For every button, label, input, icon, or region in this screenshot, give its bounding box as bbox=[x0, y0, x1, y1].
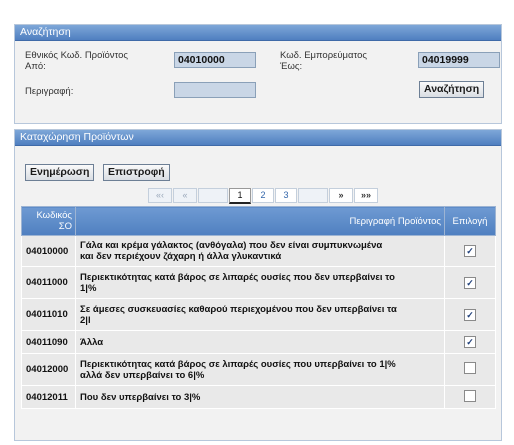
description-line: Που δεν υπερβαίνει το 3|% bbox=[80, 391, 201, 403]
product-description-cell: Περιεκτικότητας κατά βάρος σε λιπαρές ου… bbox=[75, 353, 445, 386]
product-code-cell: 04012011 bbox=[21, 385, 76, 409]
description-line: 1|% bbox=[80, 282, 97, 294]
description-input[interactable] bbox=[174, 82, 256, 98]
code-from-label-line1: Εθνικός Κωδ. Προϊόντος bbox=[25, 50, 128, 61]
product-description-cell: Άλλα bbox=[75, 330, 445, 354]
prev-page-button[interactable]: « bbox=[173, 188, 197, 203]
product-code-cell: 04012000 bbox=[21, 353, 76, 386]
back-button[interactable]: Επιστροφή bbox=[103, 164, 170, 181]
table-row: 04012000 Περιεκτικότητας κατά βάρος σε λι… bbox=[21, 353, 496, 386]
page-3-button[interactable]: 3 bbox=[275, 188, 297, 203]
select-cell: ✓ bbox=[444, 235, 496, 267]
product-description-cell: Περιεκτικότητας κατά βάρος σε λιπαρές ου… bbox=[75, 266, 445, 299]
next-page-button[interactable]: » bbox=[329, 188, 353, 203]
first-page-button[interactable]: «‹ bbox=[148, 188, 172, 203]
select-cell: ✓ bbox=[444, 330, 496, 354]
page-2-button[interactable]: 2 bbox=[252, 188, 274, 203]
search-panel: Αναζήτηση Εθνικός Κωδ. Προϊόντος Από: 04… bbox=[14, 24, 502, 124]
select-cell bbox=[444, 353, 496, 386]
product-description-cell: Σε άμεσες συσκευασίες καθαρού περιεχομέν… bbox=[75, 298, 445, 331]
last-page-button[interactable]: »» bbox=[354, 188, 378, 203]
select-checkbox[interactable]: ✓ bbox=[464, 308, 476, 321]
products-panel: Καταχώρηση Προϊόντων Ενημέρωση Επιστροφή… bbox=[14, 129, 502, 441]
description-line: Περιεκτικότητας κατά βάρος σε λιπαρές ου… bbox=[80, 271, 395, 283]
description-line: αλλά δεν υπερβαίνει το 6|% bbox=[80, 369, 205, 381]
table-row: 04011010 Σε άμεσες συσκευασίες καθαρού πε… bbox=[21, 298, 496, 331]
code-from-label: Εθνικός Κωδ. Προϊόντος Από: bbox=[25, 50, 128, 72]
page-1-button[interactable]: 1 bbox=[229, 188, 251, 204]
select-cell bbox=[444, 385, 496, 409]
select-checkbox[interactable]: ✓ bbox=[464, 336, 476, 348]
code-to-label: Κωδ. Εμπορεύματος Έως: bbox=[280, 50, 367, 72]
product-code-cell: 04011010 bbox=[21, 298, 76, 331]
code-to-label-line2: Έως: bbox=[280, 61, 303, 72]
select-checkbox[interactable] bbox=[464, 362, 476, 374]
table-row: 04011090 Άλλα ✓ bbox=[21, 330, 496, 354]
table-row: 04012011 Που δεν υπερβαίνει το 3|% bbox=[21, 385, 496, 409]
search-button[interactable]: Αναζήτηση bbox=[419, 81, 485, 98]
description-line: Άλλα bbox=[80, 336, 104, 348]
product-description-cell: Που δεν υπερβαίνει το 3|% bbox=[75, 385, 445, 409]
page-spacer-2 bbox=[298, 188, 328, 203]
products-panel-header: Καταχώρηση Προϊόντων bbox=[15, 130, 501, 146]
code-from-label-line2: Από: bbox=[25, 61, 46, 72]
product-description-cell: Γάλα και κρέμα γάλακτος (ανθόγαλα) που δ… bbox=[75, 235, 445, 267]
code-to-input[interactable]: 04019999 bbox=[418, 52, 500, 68]
product-code-cell: 04011090 bbox=[21, 330, 76, 354]
description-line: Περιεκτικότητας κατά βάρος σε λιπαρές ου… bbox=[80, 358, 396, 370]
update-button[interactable]: Ενημέρωση bbox=[25, 164, 95, 181]
description-line: 2|l bbox=[80, 314, 91, 326]
table-row: 04010000 Γάλα και κρέμα γάλακτος (ανθόγαλ… bbox=[21, 235, 496, 267]
code-to-label-line1: Κωδ. Εμπορεύματος bbox=[280, 50, 367, 61]
table-header-row: Κωδικός ΣΟ Περιγραφή Προϊόντος Επιλογή bbox=[21, 206, 496, 236]
select-checkbox[interactable] bbox=[464, 389, 476, 402]
code-from-input[interactable]: 04010000 bbox=[174, 52, 256, 68]
select-cell: ✓ bbox=[444, 298, 496, 331]
page-spacer bbox=[198, 188, 228, 203]
product-code-cell: 04010000 bbox=[21, 235, 76, 267]
column-header-description[interactable]: Περιγραφή Προϊόντος bbox=[75, 206, 445, 236]
description-line: Γάλα και κρέμα γάλακτος (ανθόγαλα) που δ… bbox=[80, 240, 383, 251]
select-checkbox[interactable]: ✓ bbox=[464, 276, 476, 289]
pagination: «‹ « 1 2 3 » »» bbox=[148, 188, 379, 204]
select-cell: ✓ bbox=[444, 266, 496, 299]
description-line: και δεν περιέχουν ζάχαρη ή άλλα γλυκαντι… bbox=[80, 251, 282, 262]
search-panel-header: Αναζήτηση bbox=[15, 25, 501, 41]
column-header-code-line1: Κωδικός bbox=[36, 210, 72, 221]
column-header-code[interactable]: Κωδικός ΣΟ bbox=[21, 206, 76, 236]
column-header-code-line2: ΣΟ bbox=[58, 221, 72, 232]
select-checkbox[interactable]: ✓ bbox=[464, 245, 476, 257]
description-label: Περιγραφή: bbox=[25, 86, 74, 97]
products-table: Κωδικός ΣΟ Περιγραφή Προϊόντος Επιλογή 0… bbox=[21, 206, 496, 409]
table-row: 04011000 Περιεκτικότητας κατά βάρος σε λι… bbox=[21, 266, 496, 299]
column-header-select[interactable]: Επιλογή bbox=[444, 206, 496, 236]
product-code-cell: 04011000 bbox=[21, 266, 76, 299]
description-line: Σε άμεσες συσκευασίες καθαρού περιεχομέν… bbox=[80, 303, 397, 315]
